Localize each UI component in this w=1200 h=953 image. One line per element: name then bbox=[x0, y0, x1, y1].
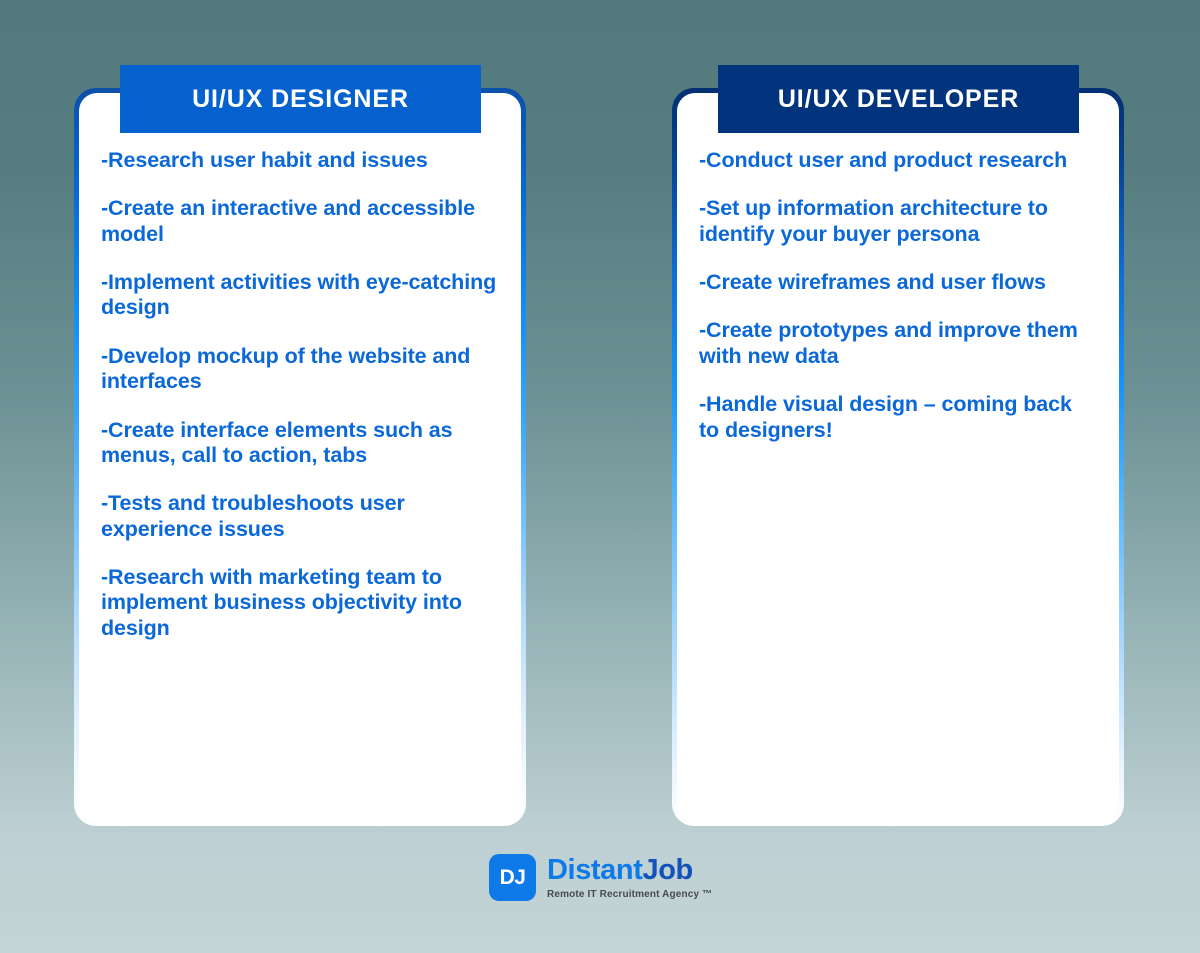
logo-wordmark: DistantJob bbox=[547, 853, 712, 886]
logo-word-distant: Distant bbox=[547, 853, 643, 886]
logo-text-block: DistantJob Remote IT Recruitment Agency … bbox=[547, 853, 713, 900]
list-item: -Conduct user and product research bbox=[699, 148, 1068, 172]
list-item: -Research user habit and issues bbox=[101, 148, 428, 172]
card-developer: -Conduct user and product research -Set … bbox=[672, 88, 1124, 826]
logo-word-job: Job bbox=[642, 853, 694, 886]
card-developer-title: UI/UX DEVELOPER bbox=[777, 84, 1020, 113]
developer-responsibility-list: -Conduct user and product research -Set … bbox=[699, 148, 1097, 443]
card-designer-header: UI/UX DESIGNER bbox=[120, 65, 481, 133]
distantjob-logo: DJ DistantJob Remote IT Recruitment Agen… bbox=[489, 854, 712, 901]
card-designer-body: -Research user habit and issues -Create … bbox=[79, 93, 521, 821]
list-item: -Create wireframes and user flows bbox=[699, 270, 1046, 295]
list-item: -Handle visual design – coming back to d… bbox=[699, 392, 1072, 442]
list-item: -Create interface elements such as menus… bbox=[101, 417, 453, 467]
list-item: -Set up information architecture to iden… bbox=[699, 196, 1048, 246]
card-designer-title: UI/UX DESIGNER bbox=[192, 84, 409, 113]
list-item: -Create an interactive and accessible mo… bbox=[101, 196, 475, 246]
logo-mark-icon: DJ bbox=[489, 854, 536, 901]
logo-mark-label: DJ bbox=[499, 865, 526, 889]
list-item: -Implement activities with eye-catching … bbox=[101, 270, 497, 320]
list-item: -Create prototypes and improve them with… bbox=[699, 318, 1078, 368]
card-developer-header: UI/UX DEVELOPER bbox=[718, 65, 1079, 133]
logo-tagline: Remote IT Recruitment Agency ™ bbox=[547, 888, 713, 900]
list-item: -Develop mockup of the website and inter… bbox=[101, 343, 471, 394]
infographic-canvas: -Research user habit and issues -Create … bbox=[0, 0, 1200, 953]
list-item: -Tests and troubleshoots user experience… bbox=[101, 491, 405, 541]
card-developer-body: -Conduct user and product research -Set … bbox=[677, 93, 1119, 821]
list-item: -Research with marketing team to impleme… bbox=[101, 564, 462, 640]
card-designer: -Research user habit and issues -Create … bbox=[74, 88, 526, 826]
designer-responsibility-list: -Research user habit and issues -Create … bbox=[101, 148, 499, 641]
